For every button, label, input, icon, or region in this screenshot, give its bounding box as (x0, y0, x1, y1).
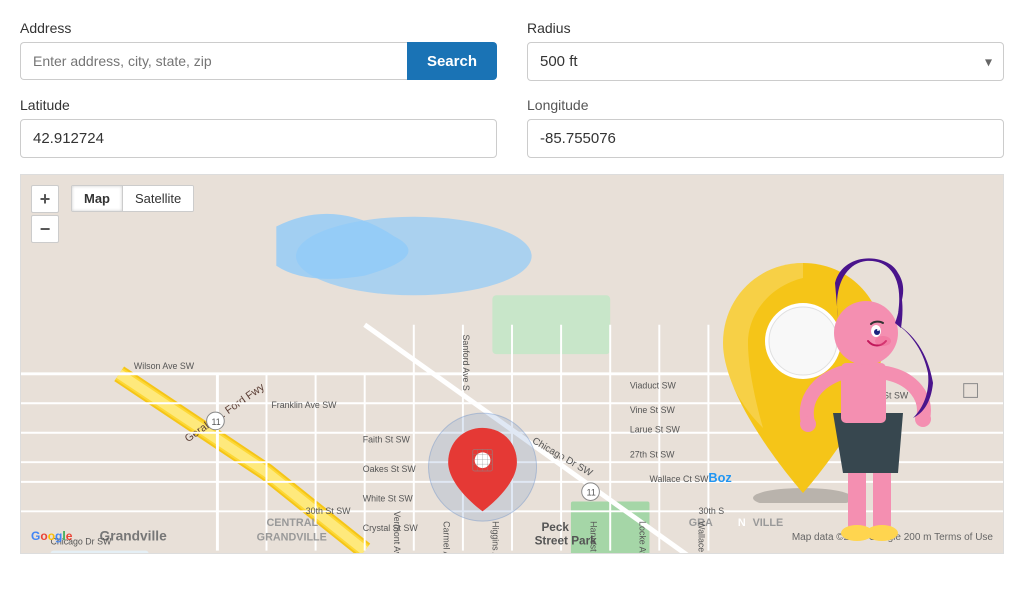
radius-select-wrapper: 500 ft 1000 ft 2000 ft 5000 ft (527, 42, 1004, 81)
radius-label: Radius (527, 20, 1004, 36)
svg-text:Harvest Ave SW: Harvest Ave SW (589, 521, 599, 553)
svg-text:Crystal St SW: Crystal St SW (363, 523, 419, 533)
map-type-satellite-button[interactable]: Satellite (123, 186, 193, 211)
svg-text:Oakes St SW: Oakes St SW (363, 464, 417, 474)
address-input[interactable] (20, 42, 407, 80)
svg-text:Wallace Ct SW: Wallace Ct SW (649, 474, 709, 484)
search-button[interactable]: Search (407, 42, 497, 80)
svg-text:Vermont Ave: Vermont Ave (392, 511, 402, 553)
zoom-in-button[interactable]: + (31, 185, 59, 213)
zoom-out-button[interactable]: − (31, 215, 59, 243)
character-illustration (783, 233, 943, 553)
svg-text:Carmel Ave: Carmel Ave (441, 521, 451, 553)
svg-text:Higgins Ave: Higgins Ave (490, 521, 500, 553)
latitude-group: Latitude (20, 97, 497, 158)
svg-text:Faith St SW: Faith St SW (363, 435, 411, 445)
svg-text:GRANDVILLE: GRANDVILLE (257, 532, 327, 544)
svg-text:27th St SW: 27th St SW (630, 449, 675, 459)
svg-text:Larue St SW: Larue St SW (630, 425, 681, 435)
svg-text:VILLE: VILLE (753, 517, 784, 529)
svg-text:Wallace Ave: Wallace Ave (697, 521, 707, 553)
address-input-row: Search (20, 42, 497, 80)
svg-text:CENTRAL: CENTRAL (267, 517, 319, 529)
svg-text:Locke Ave: Locke Ave (638, 521, 648, 553)
svg-text:11: 11 (587, 488, 596, 498)
address-label: Address (20, 20, 497, 36)
latitude-label: Latitude (20, 97, 497, 113)
svg-text:30th S: 30th S (699, 506, 725, 516)
map-type-controls: Map Satellite (71, 185, 194, 212)
longitude-group: Longitude (527, 97, 1004, 158)
svg-text:30th St SW: 30th St SW (306, 506, 351, 516)
svg-text:Franklin Ave SW: Franklin Ave SW (271, 400, 337, 410)
svg-text:Street Park: Street Park (535, 535, 598, 548)
svg-text:N: N (738, 517, 746, 529)
svg-text:Vine St SW: Vine St SW (630, 405, 676, 415)
google-logo: Google (31, 529, 72, 543)
radius-group: Radius 500 ft 1000 ft 2000 ft 5000 ft (527, 20, 1004, 81)
map-zoom-controls: + − (31, 185, 59, 243)
map-container[interactable]: Gerald R. Ford Fwy Chicago Dr SW (20, 174, 1004, 554)
longitude-label: Longitude (527, 97, 1004, 113)
svg-text:Sanford Ave S: Sanford Ave S (461, 335, 471, 391)
svg-text:Wilson Ave SW: Wilson Ave SW (134, 361, 195, 371)
svg-text:Peck: Peck (541, 521, 569, 534)
svg-text:11: 11 (212, 417, 221, 427)
latitude-input[interactable] (20, 119, 497, 158)
svg-text:Viaduct SW: Viaduct SW (630, 381, 677, 391)
address-group: Address Search (20, 20, 497, 81)
svg-text:White St SW: White St SW (363, 493, 414, 503)
radius-select[interactable]: 500 ft 1000 ft 2000 ft 5000 ft (527, 42, 1004, 81)
longitude-input[interactable] (527, 119, 1004, 158)
map-type-map-button[interactable]: Map (72, 186, 122, 211)
